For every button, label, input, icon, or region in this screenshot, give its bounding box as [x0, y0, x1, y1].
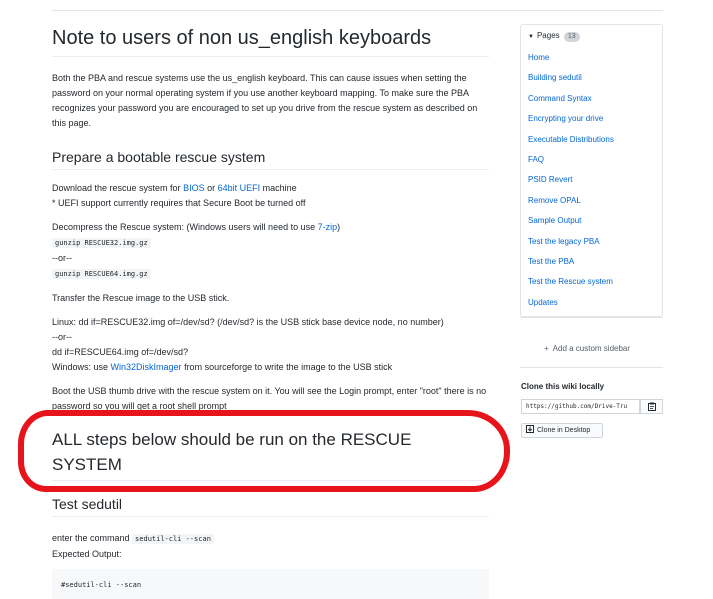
pages-sidebar: ▼ Pages 13 Home Building sedutil Command … — [520, 24, 663, 317]
top-divider — [52, 10, 663, 11]
sidebar-divider — [520, 317, 663, 318]
pages-count-badge: 13 — [563, 32, 580, 42]
win32diskimager-link[interactable]: Win32DiskImager — [111, 362, 182, 372]
wiki-content: Note to users of non us_english keyboard… — [52, 24, 489, 414]
scan-command-code: sedutil-cli --scan — [132, 534, 214, 544]
download-or: or — [204, 183, 218, 193]
page-link-sample-output[interactable]: Sample Output — [528, 216, 614, 236]
sidebar-divider-2 — [520, 367, 663, 368]
test-sedutil-heading: Test sedutil — [52, 495, 489, 517]
uefi-link[interactable]: 64bit UEFI — [218, 183, 261, 193]
clone-wiki-title: Clone this wiki locally — [521, 382, 605, 391]
download-suffix: machine — [260, 183, 297, 193]
windows-prefix: Windows: use — [52, 362, 111, 372]
decompress-paragraph: Decompress the Rescue system: (Windows u… — [52, 220, 489, 282]
linux-or: --or-- — [52, 332, 72, 342]
clone-desktop-label: Clone in Desktop — [537, 427, 591, 434]
page-link-executable-distributions[interactable]: Executable Distributions — [528, 135, 614, 155]
test-command-line: enter the command sedutil-cli --scan — [52, 531, 489, 547]
clone-url-input[interactable]: https://github.com/Drive-Tru — [521, 399, 640, 414]
gunzip32-code: gunzip RESCUE32.img.gz — [52, 238, 151, 248]
expected-output-codeblock: #sedutil-cli --scan — [52, 569, 489, 599]
download-prefix: Download the rescue system for — [52, 183, 184, 193]
expected-output-label: Expected Output: — [52, 549, 122, 559]
bios-link[interactable]: BIOS — [183, 183, 205, 193]
clone-in-desktop-button[interactable]: Clone in Desktop — [521, 423, 603, 438]
page-link-building-sedutil[interactable]: Building sedutil — [528, 73, 614, 93]
page-link-command-syntax[interactable]: Command Syntax — [528, 94, 614, 114]
page-link-test-rescue-system[interactable]: Test the Rescue system — [528, 277, 614, 297]
decompress-prefix: Decompress the Rescue system: (Windows u… — [52, 222, 318, 232]
decompress-or: --or-- — [52, 253, 72, 263]
windows-suffix: from sourceforge to write the image to t… — [181, 362, 393, 372]
page-title: Note to users of non us_english keyboard… — [52, 24, 489, 57]
clipboard-icon — [647, 402, 656, 411]
uefi-note: * UEFI support currently requires that S… — [52, 198, 306, 208]
pages-list: Home Building sedutil Command Syntax Enc… — [528, 53, 614, 318]
page-link-encrypting-your-drive[interactable]: Encrypting your drive — [528, 114, 614, 134]
pages-label: Pages — [536, 31, 560, 40]
page-link-test-legacy-pba[interactable]: Test the legacy PBA — [528, 237, 614, 257]
linux-line1: Linux: dd if=RESCUE32.img of=/dev/sd? (/… — [52, 317, 444, 327]
add-sidebar-label: Add a custom sidebar — [552, 344, 631, 353]
7zip-link[interactable]: 7-zip — [318, 222, 338, 232]
page-link-remove-opal[interactable]: Remove OPAL — [528, 196, 614, 216]
prepare-heading: Prepare a bootable rescue system — [52, 148, 489, 170]
test-instructions: enter the command sedutil-cli --scan Exp… — [52, 531, 489, 562]
caret-down-icon: ▼ — [528, 34, 534, 40]
intro-paragraph: Both the PBA and rescue systems use the … — [52, 73, 478, 128]
desktop-download-icon — [526, 425, 534, 433]
linux-line2: dd if=RESCUE64.img of=/dev/sd? — [52, 347, 189, 357]
red-annotation-circle — [18, 410, 510, 492]
gunzip64-code: gunzip RESCUE64.img.gz — [52, 269, 151, 279]
page-link-test-pba[interactable]: Test the PBA — [528, 257, 614, 277]
add-custom-sidebar-link[interactable]: + Add a custom sidebar — [544, 344, 630, 353]
decompress-suffix: ) — [337, 222, 341, 232]
page-link-faq[interactable]: FAQ — [528, 155, 614, 175]
linux-paragraph: Linux: dd if=RESCUE32.img of=/dev/sd? (/… — [52, 315, 489, 375]
plus-icon: + — [544, 344, 549, 353]
pages-toggle[interactable]: ▼ Pages 13 — [528, 31, 580, 42]
page-link-psid-revert[interactable]: PSID Revert — [528, 175, 614, 195]
download-paragraph: Download the rescue system for BIOS or 6… — [52, 181, 489, 211]
copy-clipboard-button[interactable] — [640, 399, 663, 414]
codeblock-text: #sedutil-cli --scan — [61, 581, 142, 589]
page-link-updates[interactable]: Updates — [528, 298, 614, 318]
page-link-home[interactable]: Home — [528, 53, 614, 73]
transfer-paragraph: Transfer the Rescue image to the USB sti… — [52, 293, 230, 303]
test-prefix: enter the command — [52, 533, 133, 543]
